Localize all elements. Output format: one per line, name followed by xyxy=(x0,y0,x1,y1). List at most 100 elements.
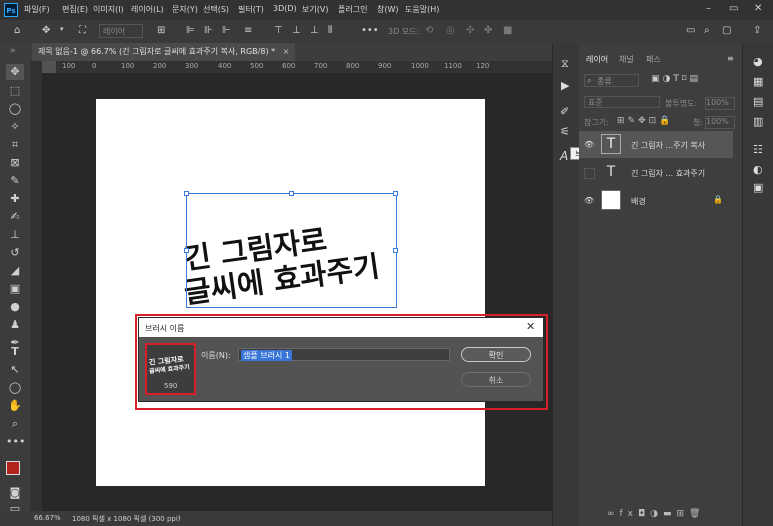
gradient-tool-icon[interactable]: ▣ xyxy=(6,281,24,297)
patterns-icon[interactable]: ▥ xyxy=(753,115,763,128)
menu-image[interactable]: 이미지(I) xyxy=(93,4,124,15)
layer-row[interactable]: 👁 배경 🔒 xyxy=(579,187,733,214)
libraries-icon[interactable]: ▣ xyxy=(753,181,763,194)
move-tool-icon[interactable]: ✥ xyxy=(6,64,24,80)
more-tools-icon[interactable]: ••• xyxy=(6,434,25,450)
move-tool-icon[interactable]: ✥ xyxy=(42,25,50,36)
align-center-icon[interactable]: ⊪ xyxy=(204,25,213,36)
marquee-tool-icon[interactable]: ⬚ xyxy=(6,83,24,99)
layer-row[interactable]: T 긴 그림자 ... 효과주기 xyxy=(579,159,733,186)
menu-3d[interactable]: 3D(D) xyxy=(273,4,297,13)
3d-scale-icon[interactable]: ■ xyxy=(503,25,512,36)
menu-plugins[interactable]: 플러그인 xyxy=(338,4,367,15)
lock-icons[interactable]: ⊞✎✥⊡🔒 xyxy=(617,116,673,126)
transform-handle[interactable] xyxy=(184,191,189,196)
minimize-icon[interactable]: – xyxy=(706,3,711,14)
brush-presets-icon[interactable]: ⚟ xyxy=(560,125,570,138)
blend-mode-dropdown[interactable]: 표준 xyxy=(584,96,660,108)
menu-view[interactable]: 보기(V) xyxy=(302,4,328,15)
transform-handle[interactable] xyxy=(393,191,398,196)
fill-input[interactable]: 100% xyxy=(705,116,735,129)
menu-select[interactable]: 선택(S) xyxy=(203,4,229,15)
collapse-toolbar-icon[interactable]: » xyxy=(10,46,16,56)
magic-wand-icon[interactable]: ✧ xyxy=(6,119,24,135)
hand-tool-icon[interactable]: ✋ xyxy=(6,398,24,414)
history-icon[interactable]: ⧖ xyxy=(561,57,569,71)
panel-menu-icon[interactable]: ≡ xyxy=(727,54,734,63)
shape-tool-icon[interactable]: ◯ xyxy=(6,380,24,396)
eyedropper-icon[interactable]: ✎ xyxy=(6,173,24,189)
crop-tool-icon[interactable]: ⌗ xyxy=(6,137,24,153)
lasso-tool-icon[interactable]: ◯ xyxy=(6,101,24,117)
layer-actions-icons[interactable]: ∞fx◘◑▬⊞🗑 xyxy=(607,509,705,519)
foreground-color-swatch[interactable] xyxy=(6,461,20,475)
search-icon[interactable]: ⌕ xyxy=(704,25,710,36)
opacity-input[interactable]: 100% xyxy=(705,97,735,110)
tab-channels[interactable]: 채널 xyxy=(619,54,634,65)
color-icon[interactable]: ◕ xyxy=(753,55,763,68)
quick-mask-icon[interactable]: ◙ xyxy=(6,485,24,501)
transform-controls-icon[interactable]: ⊞ xyxy=(157,25,165,36)
menu-type[interactable]: 문자(Y) xyxy=(172,4,198,15)
3d-rotate-icon[interactable]: ⟲ xyxy=(425,25,433,36)
history-brush-icon[interactable]: ↺ xyxy=(6,245,24,261)
brush-settings-icon[interactable]: ✐ xyxy=(560,105,569,118)
layer-select-dropdown[interactable]: 레이어 xyxy=(99,24,143,38)
transform-bounding-box[interactable] xyxy=(184,191,398,308)
properties-icon[interactable]: ☷ xyxy=(753,143,763,156)
path-select-icon[interactable]: ↖ xyxy=(6,362,24,378)
layer-filter-icons[interactable]: ▣◑T⌑▤ xyxy=(651,74,701,84)
adjustments-icon[interactable]: ◐ xyxy=(753,163,763,176)
align-right-icon[interactable]: ⊩ xyxy=(222,25,231,36)
clone-stamp-icon[interactable]: ⊥ xyxy=(6,227,24,243)
menu-filter[interactable]: 필터(T) xyxy=(238,4,264,15)
maximize-icon[interactable]: ▭ xyxy=(729,3,738,14)
healing-brush-icon[interactable]: ✚ xyxy=(6,191,24,207)
zoom-tool-icon[interactable]: ⌕ xyxy=(6,416,24,432)
zoom-level[interactable]: 66.67% xyxy=(34,514,61,522)
menu-file[interactable]: 파일(F) xyxy=(24,4,50,15)
align-top-icon[interactable]: ⊤ xyxy=(274,25,283,36)
align-left-icon[interactable]: ⊫ xyxy=(186,25,195,36)
eraser-icon[interactable]: ◢ xyxy=(6,263,24,279)
transform-handle[interactable] xyxy=(289,191,294,196)
visibility-eye-icon[interactable]: 👁 xyxy=(584,196,594,205)
transform-handle[interactable] xyxy=(184,248,189,253)
more-options-icon[interactable]: ••• xyxy=(361,25,379,36)
frame-tool-icon[interactable]: ⊠ xyxy=(6,155,24,171)
swatches-icon[interactable]: ▦ xyxy=(753,75,763,88)
layer-row[interactable]: 👁 T 긴 그림자 ...주기 복사 xyxy=(579,131,733,158)
3d-drag-icon[interactable]: ✣ xyxy=(466,25,474,36)
home-icon[interactable]: ⌂ xyxy=(14,25,20,36)
align-bottom-icon[interactable]: ⊥ xyxy=(310,25,319,36)
brush-tool-icon[interactable]: ✍ xyxy=(6,209,24,225)
blur-tool-icon[interactable]: ● xyxy=(6,299,24,315)
distribute-icon[interactable]: ⫴ xyxy=(328,25,332,36)
character-icon[interactable]: A xyxy=(560,149,568,163)
menu-layer[interactable]: 레이어(L) xyxy=(131,4,164,15)
auto-select-icon[interactable]: ⛶ xyxy=(79,25,86,36)
play-icon[interactable]: ▶ xyxy=(561,79,569,92)
3d-slide-icon[interactable]: ✤ xyxy=(484,25,492,36)
dodge-tool-icon[interactable]: ♟ xyxy=(6,317,24,333)
align-middle-icon[interactable]: ≡ xyxy=(244,25,252,36)
share-icon[interactable]: ⇪ xyxy=(753,25,761,36)
visibility-toggle-off[interactable] xyxy=(584,168,595,179)
transform-handle[interactable] xyxy=(393,248,398,253)
tab-layers[interactable]: 레이어 xyxy=(586,54,608,65)
gradients-icon[interactable]: ▤ xyxy=(753,95,763,108)
3d-roll-icon[interactable]: ◎ xyxy=(446,25,455,36)
menu-window[interactable]: 창(W) xyxy=(377,4,399,15)
chevron-right-icon[interactable]: › xyxy=(178,513,181,521)
layer-filter-dropdown[interactable]: ⌕ 종류 xyxy=(584,74,639,87)
tab-document[interactable]: 제목 없음-1 @ 66.7% (긴 그림자로 글씨에 효과주기 복사, RGB… xyxy=(32,43,296,61)
type-tool-icon[interactable]: T xyxy=(6,344,24,360)
workspace-icon[interactable]: ▢ xyxy=(722,25,731,36)
menu-help[interactable]: 도움말(H) xyxy=(405,4,439,15)
close-tab-icon[interactable]: × xyxy=(283,47,290,56)
close-window-icon[interactable]: ✕ xyxy=(754,3,762,14)
tab-paths[interactable]: 패스 xyxy=(646,54,661,65)
align-vcenter-icon[interactable]: ⊥ xyxy=(292,25,301,36)
visibility-eye-icon[interactable]: 👁 xyxy=(584,140,594,149)
frame-icon[interactable]: ▭ xyxy=(686,25,695,36)
